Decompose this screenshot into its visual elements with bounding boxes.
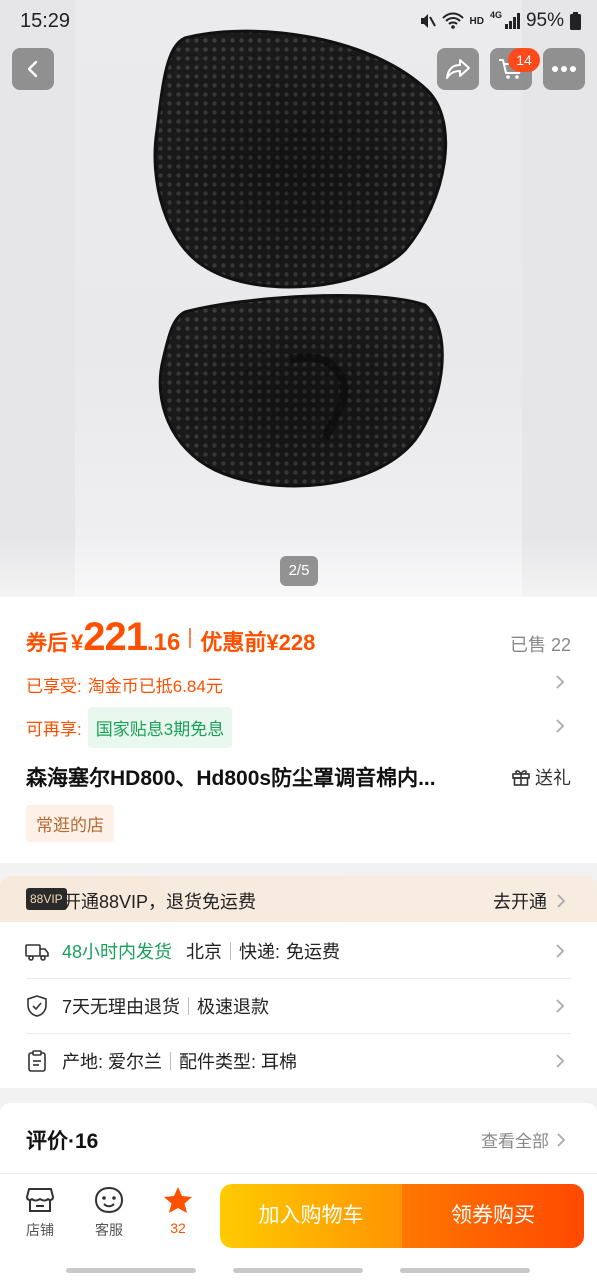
shipping-from: 北京: [186, 942, 223, 962]
available-benefit-row[interactable]: 可再享: 国家贴息3期免息: [26, 707, 233, 748]
origin: 产地: 爱尔兰: [62, 1052, 163, 1072]
express-label: 快递:: [239, 942, 281, 962]
return-policy: 7天无理由退货: [62, 997, 181, 1017]
clipboard-icon: [28, 1050, 46, 1072]
signal-icon: [504, 13, 520, 29]
image-page-indicator: 2/5: [280, 556, 318, 586]
nav-gesture-bar: [400, 1268, 530, 1273]
chat-face-icon: [94, 1186, 124, 1214]
customer-service-button[interactable]: 客服: [87, 1186, 131, 1240]
bottom-action-bar: 店铺 客服 32 加入购物车 领券购买: [0, 1173, 597, 1280]
shipping-row[interactable]: 48小时内发货 北京 快递: 免运费: [0, 924, 597, 978]
battery-icon: [570, 12, 581, 30]
divider: [188, 997, 190, 1015]
shield-check-icon: [27, 995, 47, 1017]
more-dots-icon: [552, 66, 576, 72]
express-value: 免运费: [286, 942, 341, 962]
return-policy-info: 7天无理由退货 极速退款: [62, 993, 269, 1019]
shipping-info: 48小时内发货 北京 快递: 免运费: [62, 938, 340, 964]
return-policy-row[interactable]: 7天无理由退货 极速退款: [0, 979, 597, 1033]
chevron-left-icon: [27, 60, 38, 78]
price-row: 券后 ¥ 221 .16 优惠前¥228: [26, 615, 315, 660]
vip-open-label: 去开通: [493, 892, 547, 912]
gift-button[interactable]: 送礼: [511, 764, 571, 790]
service-label: 客服: [95, 1222, 123, 1238]
reviews-title: 评价·16: [26, 1130, 99, 1153]
chevron-right-icon: [557, 894, 566, 908]
enjoyed-label: 已享受:: [26, 677, 82, 696]
gift-label: 送礼: [535, 768, 571, 788]
store-icon: [26, 1188, 54, 1212]
gift-icon: [512, 770, 530, 786]
coupon-buy-button[interactable]: 领券购买: [402, 1184, 584, 1248]
add-to-cart-button[interactable]: 加入购物车: [220, 1184, 402, 1248]
divider: [230, 942, 232, 960]
product-title[interactable]: 森海塞尔HD800、Hd800s防尘罩调音棉内...: [26, 762, 506, 792]
favorite-button[interactable]: 32: [156, 1186, 200, 1236]
vip-text: 开通88VIP，退货免运费: [63, 892, 257, 912]
product-info-card: 券后 ¥ 221 .16 优惠前¥228 已售 22 已享受: 淘金币已抵6.8…: [0, 597, 597, 863]
currency-symbol: ¥: [71, 630, 84, 655]
store-button[interactable]: 店铺: [18, 1186, 62, 1240]
reviews-section: 评价·16 查看全部: [0, 1103, 597, 1173]
chevron-right-icon: [557, 1132, 566, 1147]
vip-open-link[interactable]: 去开通: [493, 888, 567, 914]
chevron-right-icon: [556, 944, 565, 958]
part-type: 配件类型: 耳棉: [179, 1052, 298, 1072]
price-divider: [189, 627, 192, 648]
more-button[interactable]: [543, 48, 585, 90]
price-integer: 221: [83, 615, 148, 659]
mute-icon: [420, 14, 436, 28]
wifi-icon: [441, 12, 464, 29]
truck-icon: [25, 944, 49, 961]
available-label: 可再享:: [26, 720, 82, 739]
share-button[interactable]: [437, 48, 479, 90]
sold-count: 已售 22: [509, 635, 571, 655]
nav-gesture-bar: [66, 1268, 196, 1273]
status-time: 15:29: [20, 10, 71, 32]
view-all-label: 查看全部: [481, 1132, 549, 1151]
share-icon: [446, 59, 470, 79]
favorite-count: 32: [170, 1220, 186, 1236]
vip-promo-bar[interactable]: 88VIP 开通88VIP，退货免运费 去开通: [0, 876, 597, 922]
chevron-right-icon: [556, 999, 565, 1013]
vip-badge: 88VIP: [26, 888, 67, 910]
enjoyed-value: 淘金币已抵6.84元: [87, 677, 223, 696]
status-bar: 15:29 HD 4G 95%: [0, 0, 597, 46]
product-params: 产地: 爱尔兰 配件类型: 耳棉: [62, 1048, 297, 1074]
divider: [170, 1052, 172, 1070]
shipping-time: 48小时内发货: [62, 942, 173, 962]
price-before-discount: 优惠前¥228: [200, 630, 316, 655]
subsidy-tag: 国家贴息3期免息: [87, 707, 233, 748]
network-hd-label: HD: [469, 15, 484, 27]
chevron-right-icon: [556, 1054, 565, 1068]
store-label: 店铺: [26, 1222, 54, 1238]
battery-percentage: 95%: [525, 10, 564, 31]
after-coupon-label: 券后: [26, 632, 68, 655]
status-icons: HD 4G 95%: [418, 10, 581, 32]
chevron-right-icon: [556, 675, 565, 689]
star-icon: [164, 1187, 192, 1213]
enjoyed-benefit-row[interactable]: 已享受: 淘金币已抵6.84元: [26, 672, 223, 697]
back-button[interactable]: [12, 48, 54, 90]
fast-refund: 极速退款: [197, 997, 270, 1017]
cart-count-badge: 14: [508, 48, 540, 72]
view-all-reviews-link[interactable]: 查看全部: [481, 1127, 567, 1152]
frequent-shop-tag: 常逛的店: [26, 805, 114, 842]
nav-gesture-bar: [233, 1268, 363, 1273]
network-gen-label: 4G: [489, 10, 502, 20]
product-params-row[interactable]: 产地: 爱尔兰 配件类型: 耳棉: [0, 1034, 597, 1088]
price-decimal: .16: [147, 629, 181, 656]
chevron-right-icon: [556, 719, 565, 733]
service-info-card: 48小时内发货 北京 快递: 免运费 7天无理由退货 极速退款 产地: 爱尔兰 …: [0, 922, 597, 1088]
